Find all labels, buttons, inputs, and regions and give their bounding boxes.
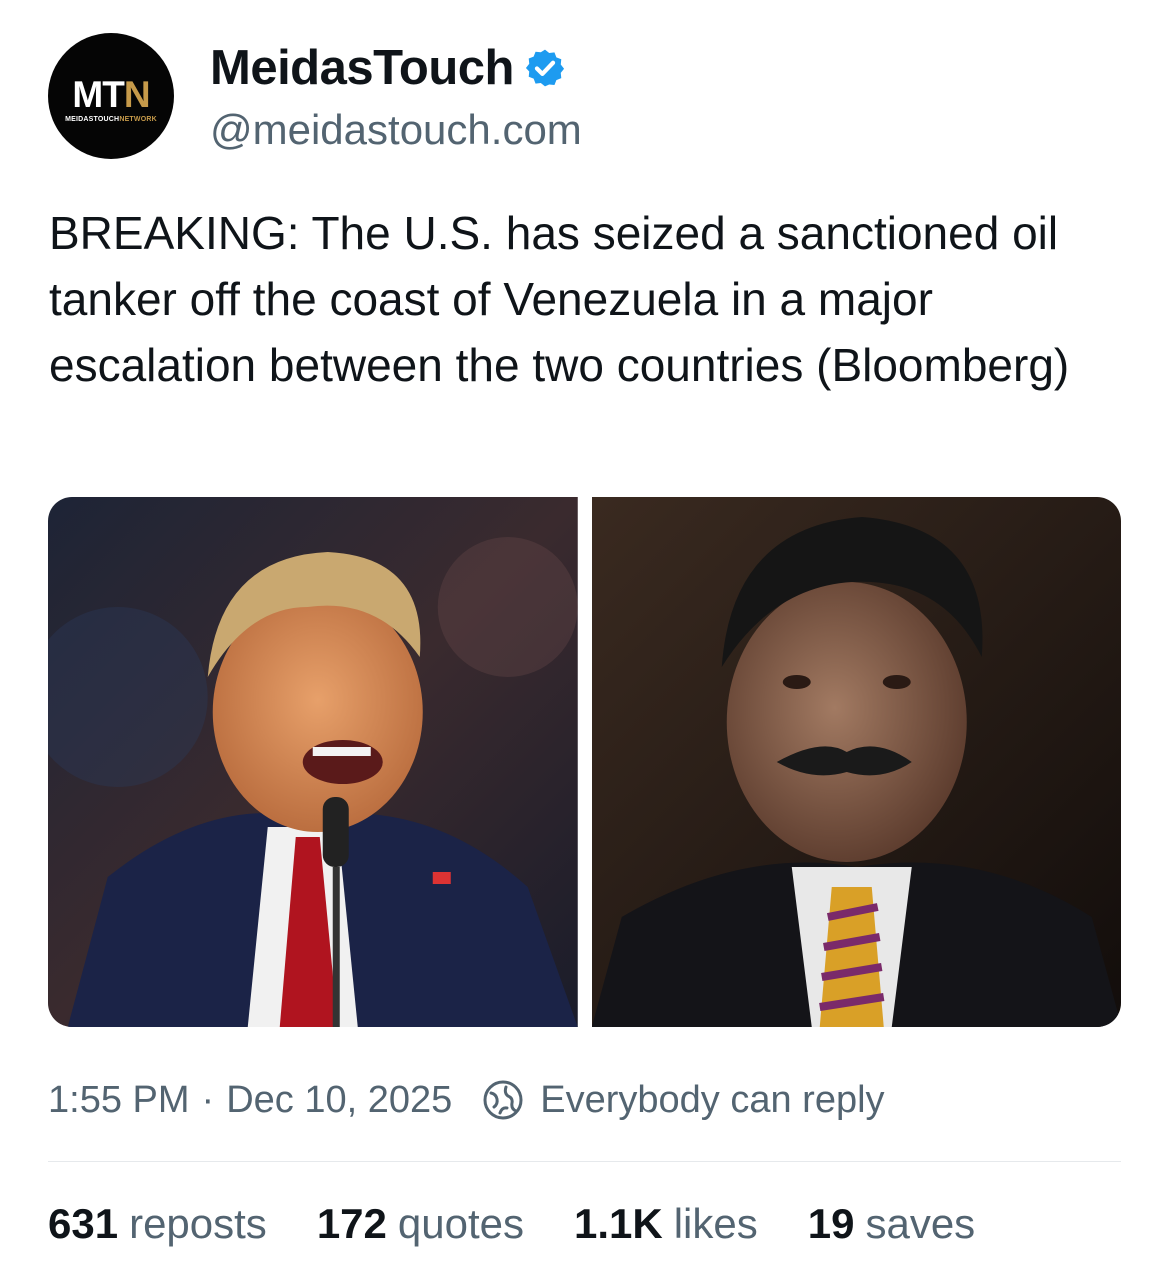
- meta-separator: ·: [201, 1078, 215, 1121]
- mtn-logo: MTN: [72, 73, 151, 115]
- reply-setting[interactable]: Everybody can reply: [540, 1079, 884, 1122]
- verified-badge-icon: [524, 47, 566, 89]
- author-display-name[interactable]: MeidasTouch: [210, 40, 514, 96]
- logo-subtitle-accent: NETWORK: [119, 115, 157, 123]
- author-name-row: MeidasTouch: [210, 40, 566, 96]
- post-time[interactable]: 1:55 PM: [48, 1079, 190, 1122]
- logo-text-accent: N: [123, 73, 151, 115]
- reposts-label: reposts: [129, 1200, 267, 1247]
- globe-icon: [482, 1079, 524, 1121]
- stat-saves[interactable]: 19 saves: [808, 1200, 975, 1248]
- photo-right-image: [591, 497, 1121, 1027]
- logo-text-main: MT: [72, 73, 124, 115]
- stat-likes[interactable]: 1.1K likes: [574, 1200, 758, 1248]
- stat-quotes[interactable]: 172 quotes: [317, 1200, 524, 1248]
- reposts-count: 631: [48, 1200, 119, 1247]
- avatar[interactable]: MTN MEIDASTOUCHNETWORK: [48, 33, 174, 159]
- author-handle[interactable]: @meidastouch.com: [210, 106, 582, 154]
- quotes-label: quotes: [397, 1200, 524, 1247]
- post-text: BREAKING: The U.S. has seized a sanction…: [49, 207, 1071, 391]
- media-grid: [48, 497, 1121, 1027]
- post-stats: 631 reposts 172 quotes 1.1K likes 19 saves: [48, 1196, 975, 1252]
- saves-label: saves: [865, 1200, 976, 1247]
- divider: [48, 1161, 1121, 1162]
- logo-subtitle-main: MEIDASTOUCH: [65, 115, 120, 123]
- likes-label: likes: [673, 1200, 758, 1247]
- photo-right[interactable]: [591, 497, 1121, 1027]
- post-date[interactable]: Dec 10, 2025: [226, 1079, 452, 1122]
- logo-subtitle: MEIDASTOUCHNETWORK: [65, 116, 157, 123]
- quotes-count: 172: [316, 1200, 387, 1247]
- post-meta: 1:55 PM · Dec 10, 2025 Everybody can rep…: [48, 1074, 885, 1126]
- photo-left[interactable]: [48, 497, 578, 1027]
- photo-left-image: [48, 497, 578, 1027]
- likes-count: 1.1K: [574, 1200, 663, 1247]
- stat-reposts[interactable]: 631 reposts: [48, 1200, 267, 1248]
- saves-count: 19: [807, 1200, 855, 1247]
